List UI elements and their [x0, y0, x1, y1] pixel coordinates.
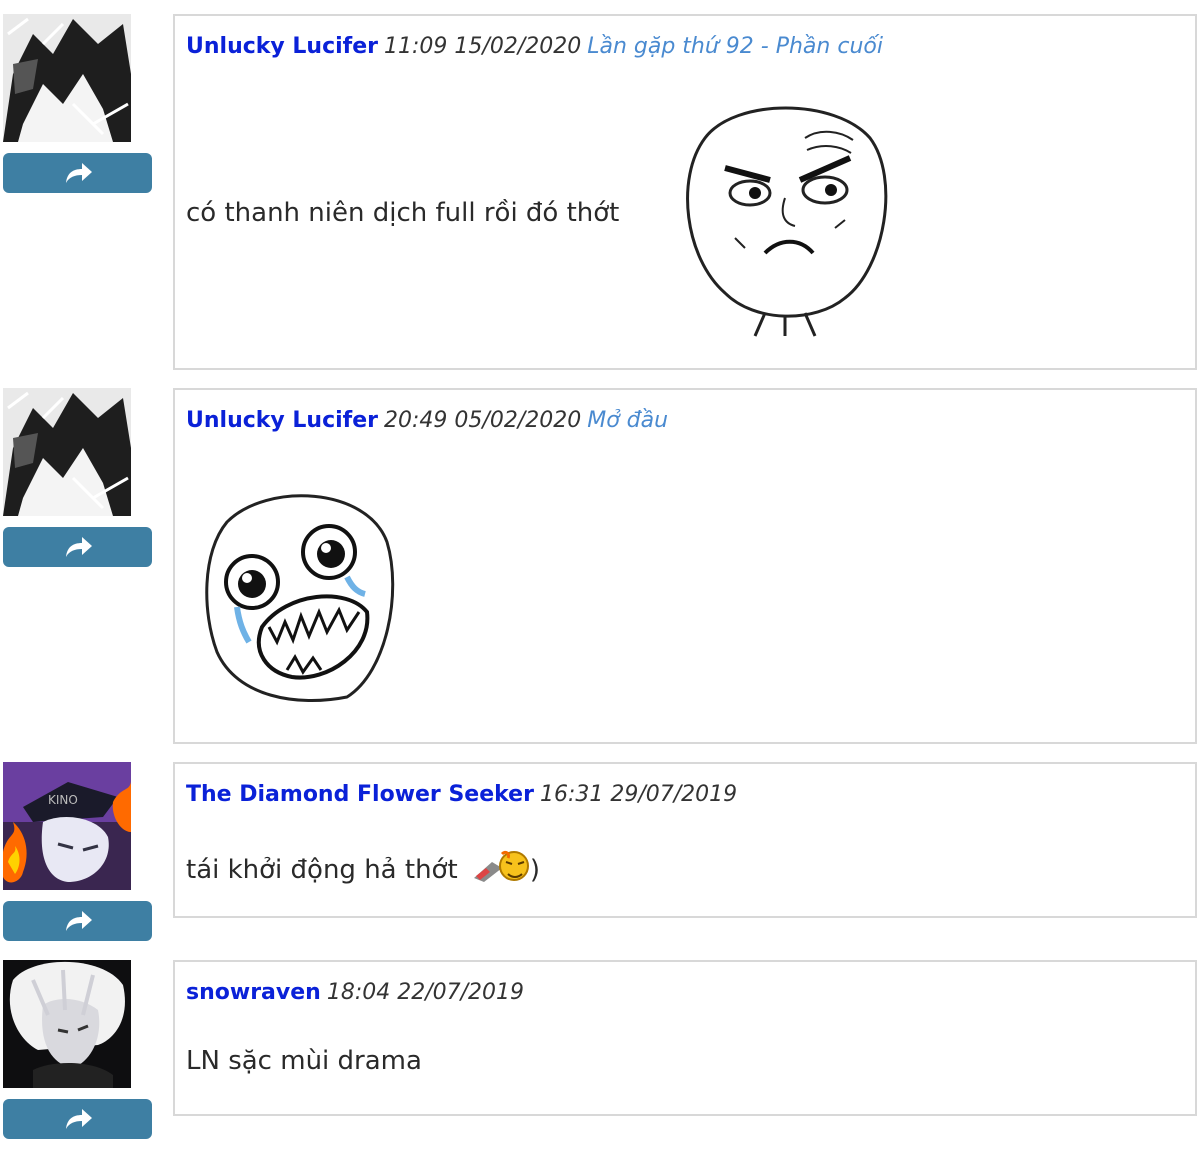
comment-card: The Diamond Flower Seeker 16:31 29/07/201… [173, 762, 1197, 918]
svg-text:KINO: KINO [48, 793, 78, 807]
author-link[interactable]: The Diamond Flower Seeker [186, 782, 534, 807]
timestamp: 20:49 05/02/2020 [384, 408, 582, 433]
avatar[interactable] [3, 388, 131, 516]
author-link[interactable]: snowraven [186, 980, 321, 1005]
comment-meta: The Diamond Flower Seeker 16:31 29/07/201… [186, 782, 737, 807]
determined-meme-sticker [675, 98, 895, 342]
comment-text-main: tái khởi động hả thớt [186, 855, 458, 885]
reply-button[interactable] [3, 901, 152, 941]
comment-card: Unlucky Lucifer 20:49 05/02/2020 Mở đầu [173, 388, 1197, 744]
comment-item: KINO The Diamond Flower Seeker 16:31 29/0… [0, 762, 1197, 942]
timestamp: 11:09 15/02/2020 [384, 34, 582, 59]
share-arrow-icon [65, 1109, 92, 1129]
chapter-link[interactable]: Mở đầu [587, 408, 668, 433]
comment-meta: Unlucky Lucifer 20:49 05/02/2020 Mở đầu [186, 408, 668, 433]
reply-button[interactable] [3, 153, 152, 193]
comment-item: snowraven 18:04 22/07/2019 LN sặc mùi dra… [0, 960, 1197, 1140]
comment-card: snowraven 18:04 22/07/2019 LN sặc mùi dra… [173, 960, 1197, 1116]
avatar[interactable] [3, 960, 131, 1088]
share-arrow-icon [65, 911, 92, 931]
comment-item: Unlucky Lucifer 20:49 05/02/2020 Mở đầu [0, 388, 1197, 744]
reply-button[interactable] [3, 1099, 152, 1139]
comment-text: tái khởi động hả thớt ) [186, 848, 540, 885]
comment-meta: Unlucky Lucifer 11:09 15/02/2020 Lần gặp t… [186, 34, 883, 59]
comment-card: Unlucky Lucifer 11:09 15/02/2020 Lần gặp t… [173, 14, 1197, 370]
avatar[interactable]: KINO [3, 762, 131, 890]
chapter-link[interactable]: Lần gặp thứ 92 - Phần cuối [587, 34, 883, 59]
comment-item: Unlucky Lucifer 11:09 15/02/2020 Lần gặp t… [0, 14, 1197, 370]
avatar[interactable] [3, 14, 131, 142]
comment-meta: snowraven 18:04 22/07/2019 [186, 980, 524, 1005]
comment-text-suffix: ) [529, 855, 541, 885]
author-link[interactable]: Unlucky Lucifer [186, 408, 378, 433]
comment-text: LN sặc mùi drama [186, 1046, 422, 1076]
share-arrow-icon [65, 163, 92, 183]
author-link[interactable]: Unlucky Lucifer [186, 34, 378, 59]
comment-text: có thanh niên dịch full rồi đó thớt [186, 198, 620, 228]
timestamp: 16:31 29/07/2019 [539, 782, 738, 807]
emoji-sticker-icon [473, 850, 529, 882]
timestamp: 18:04 22/07/2019 [326, 980, 525, 1005]
happy-crying-meme-sticker [197, 482, 407, 711]
reply-button[interactable] [3, 527, 152, 567]
share-arrow-icon [65, 537, 92, 557]
